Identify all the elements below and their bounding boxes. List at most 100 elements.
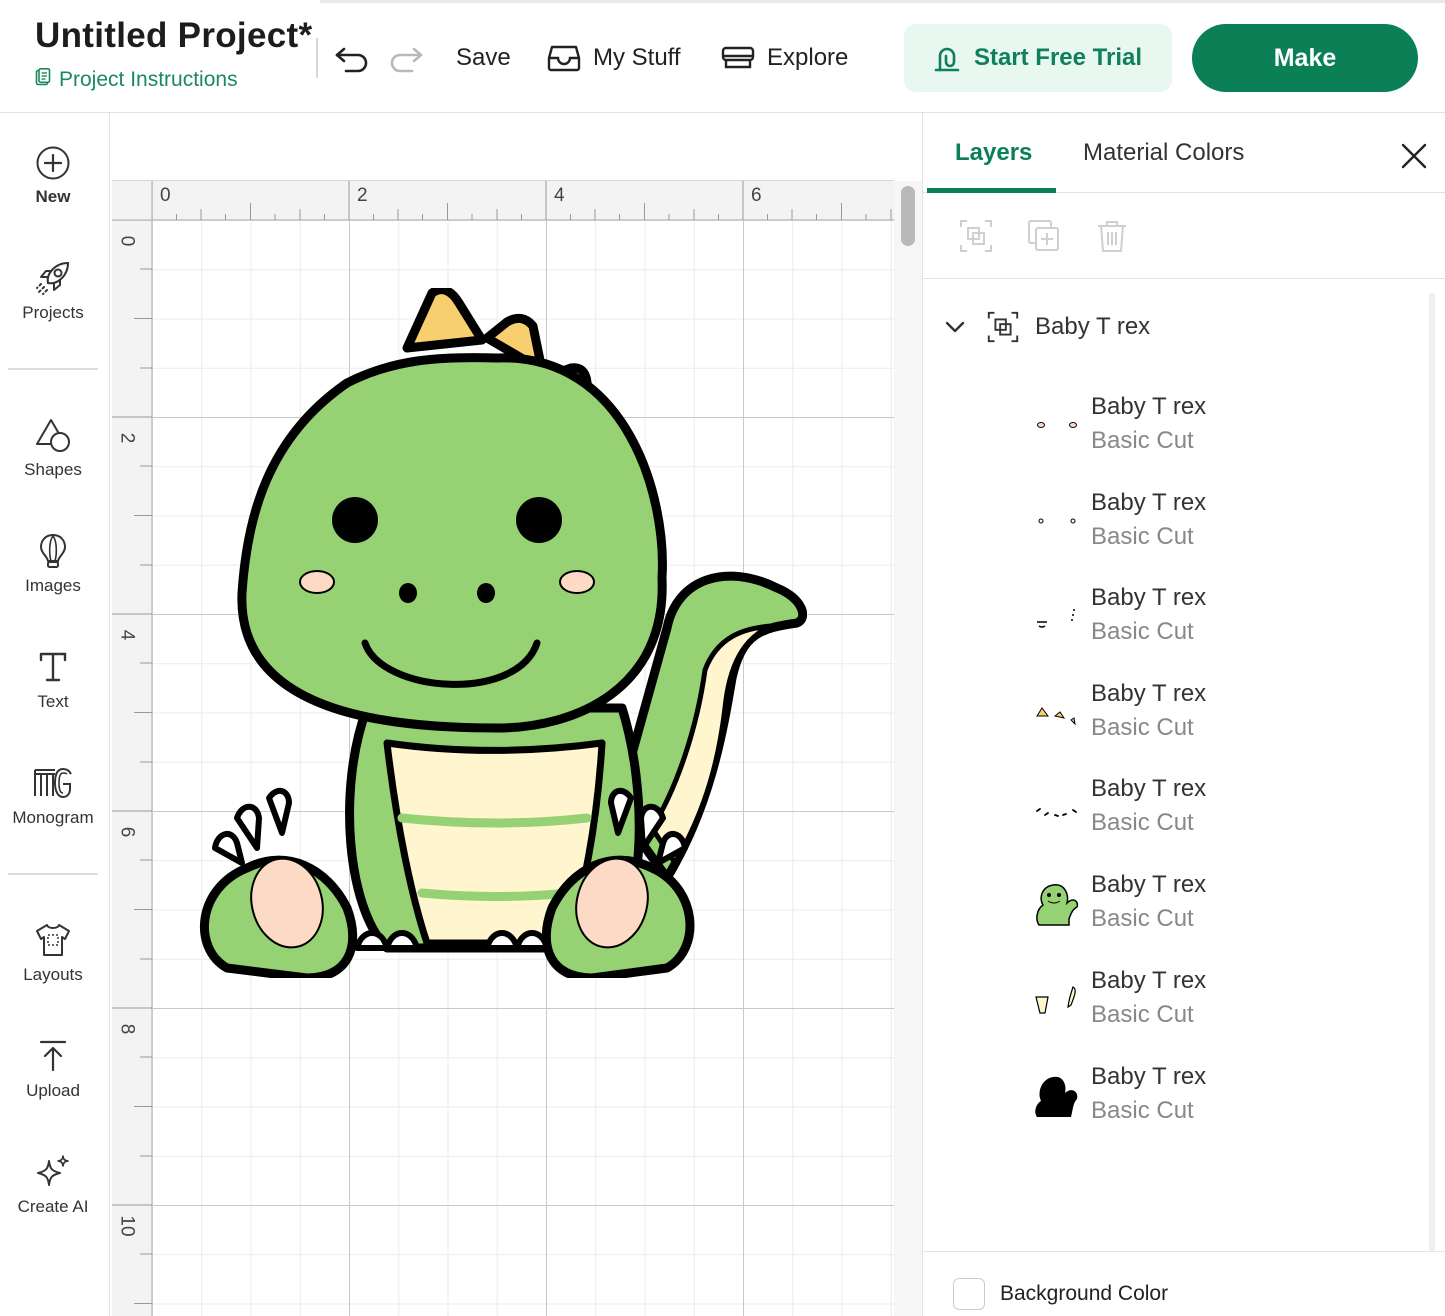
redo-button[interactable] (386, 38, 426, 78)
sidebar-label-new: New (35, 187, 71, 206)
shapes-icon (36, 419, 70, 452)
duplicate-icon (1028, 220, 1059, 251)
duplicate-button[interactable] (1025, 217, 1063, 255)
save-label: Save (456, 44, 511, 71)
explore-icon (721, 46, 755, 69)
ruler-top-label: 6 (751, 185, 762, 206)
inbox-icon (547, 45, 581, 72)
project-instructions-link[interactable]: Project Instructions (35, 68, 238, 92)
layer-name: Baby T rex (1091, 680, 1207, 707)
ruler-top-label: 4 (554, 185, 565, 206)
layer-row[interactable]: Baby T rex Basic Cut (1033, 393, 1413, 473)
layer-operation: Basic Cut (1091, 618, 1194, 645)
layer-operation: Basic Cut (1091, 1097, 1194, 1124)
layer-row[interactable]: Baby T rex Basic Cut (1033, 775, 1413, 855)
layer-name: Baby T rex (1091, 393, 1207, 420)
layer-actions (923, 193, 1445, 279)
ruler-left-ticks (112, 220, 152, 1304)
panel-scrollbar[interactable] (1429, 293, 1435, 1251)
sidebar-label-projects: Projects (22, 303, 84, 322)
layer-row[interactable]: Baby T rex Basic Cut (1033, 680, 1413, 760)
ruler-left-label: 10 (116, 1215, 138, 1237)
layer-operation: Basic Cut (1091, 809, 1194, 836)
make-button[interactable]: Make (1192, 24, 1418, 92)
lightbulb-icon (39, 533, 67, 568)
ruler-left-label: 8 (116, 1023, 138, 1035)
sidebar-item-layouts[interactable]: Layouts (0, 921, 106, 985)
tab-layers[interactable]: Layers (955, 139, 1032, 167)
sidebar-item-create-ai[interactable]: Create AI (0, 1153, 106, 1217)
close-icon (1401, 143, 1427, 169)
explore-button[interactable]: Explore (721, 40, 848, 76)
layer-thumbnail (1035, 1076, 1078, 1117)
background-color-checkbox[interactable] (953, 1278, 985, 1310)
sidebar-item-projects[interactable]: Projects (0, 259, 106, 323)
layer-row[interactable]: Baby T rex Basic Cut (1033, 871, 1413, 951)
layer-name: Baby T rex (1091, 1063, 1207, 1090)
header-divider (316, 38, 318, 78)
project-title[interactable]: Untitled Project* (35, 16, 312, 56)
design-canvas[interactable]: 0 2 4 6 0 2 4 6 8 10 (112, 113, 922, 1316)
layers-panel: Layers Material Colors Baby T rex Baby T… (922, 113, 1445, 1316)
layer-operation: Basic Cut (1091, 427, 1194, 454)
layer-row[interactable]: Baby T rex Basic Cut (1033, 584, 1413, 664)
panel-tabs: Layers Material Colors (923, 113, 1445, 193)
sidebar-item-text[interactable]: Text (0, 648, 106, 712)
redo-icon (390, 47, 423, 73)
layer-name: Baby T rex (1091, 967, 1207, 994)
layer-thumbnail (1036, 707, 1076, 726)
sidebar-label-layouts: Layouts (23, 965, 83, 984)
ruler-left-label: 2 (116, 432, 138, 444)
canvas-scrollbar[interactable] (901, 186, 915, 246)
layer-thumbnail (1035, 986, 1076, 1014)
document-icon (35, 68, 51, 92)
group-button[interactable] (957, 217, 995, 255)
background-color-row: Background Color (923, 1251, 1445, 1316)
start-free-trial-label: Start Free Trial (973, 44, 1143, 71)
sidebar-label-text: Text (37, 692, 69, 711)
sidebar-item-upload[interactable]: Upload (0, 1037, 106, 1101)
sidebar-item-monogram[interactable]: Monogram (0, 764, 106, 828)
delete-button[interactable] (1093, 217, 1131, 255)
sidebar-divider (8, 873, 98, 875)
save-button[interactable]: Save (456, 40, 511, 76)
plus-circle-icon (36, 146, 70, 180)
layer-name: Baby T rex (1091, 584, 1207, 611)
rocket-icon (36, 261, 70, 295)
layer-group-row[interactable]: Baby T rex (943, 309, 1150, 345)
upload-icon (39, 1040, 67, 1072)
tab-material-colors[interactable]: Material Colors (1083, 139, 1244, 167)
layer-row[interactable]: Baby T rex Basic Cut (1033, 1063, 1413, 1143)
sidebar-item-new[interactable]: New (0, 145, 106, 207)
close-panel-button[interactable] (1399, 141, 1429, 171)
undo-button[interactable] (332, 38, 372, 78)
start-free-trial-button[interactable]: Start Free Trial (904, 24, 1172, 92)
layer-row[interactable]: Baby T rex Basic Cut (1033, 489, 1413, 569)
project-instructions-label: Project Instructions (59, 68, 238, 91)
ruler-left-label: 4 (116, 629, 138, 641)
baby-t-rex-image[interactable] (197, 288, 807, 978)
sidebar-item-images[interactable]: Images (0, 532, 106, 596)
layer-thumbnail (1037, 609, 1075, 628)
undo-icon (335, 47, 368, 73)
layer-row[interactable]: Baby T rex Basic Cut (1033, 967, 1413, 1047)
chevron-down-icon[interactable] (943, 315, 967, 339)
my-stuff-button[interactable]: My Stuff (547, 40, 681, 76)
layer-thumbnail (1037, 422, 1077, 428)
layer-operation: Basic Cut (1091, 905, 1194, 932)
sidebar-label-monogram: Monogram (12, 808, 94, 827)
layer-operation: Basic Cut (1091, 523, 1194, 550)
layer-thumbnail (1038, 518, 1076, 524)
sidebar-label-images: Images (25, 576, 81, 595)
ruler-top-label: 2 (357, 185, 368, 206)
layer-name: Baby T rex (1091, 871, 1207, 898)
layer-thumbnail (1036, 808, 1077, 817)
ruler-left: 0 2 4 6 8 10 (112, 220, 152, 1316)
sidebar-item-shapes[interactable]: Shapes (0, 416, 106, 480)
top-divider (320, 0, 1445, 3)
group-name: Baby T rex (1035, 313, 1151, 340)
trash-icon (1098, 221, 1126, 252)
monogram-icon (34, 767, 72, 799)
left-toolbar: New Projects Shapes Images Text Monogram… (0, 113, 110, 1316)
ruler-corner (112, 180, 152, 220)
